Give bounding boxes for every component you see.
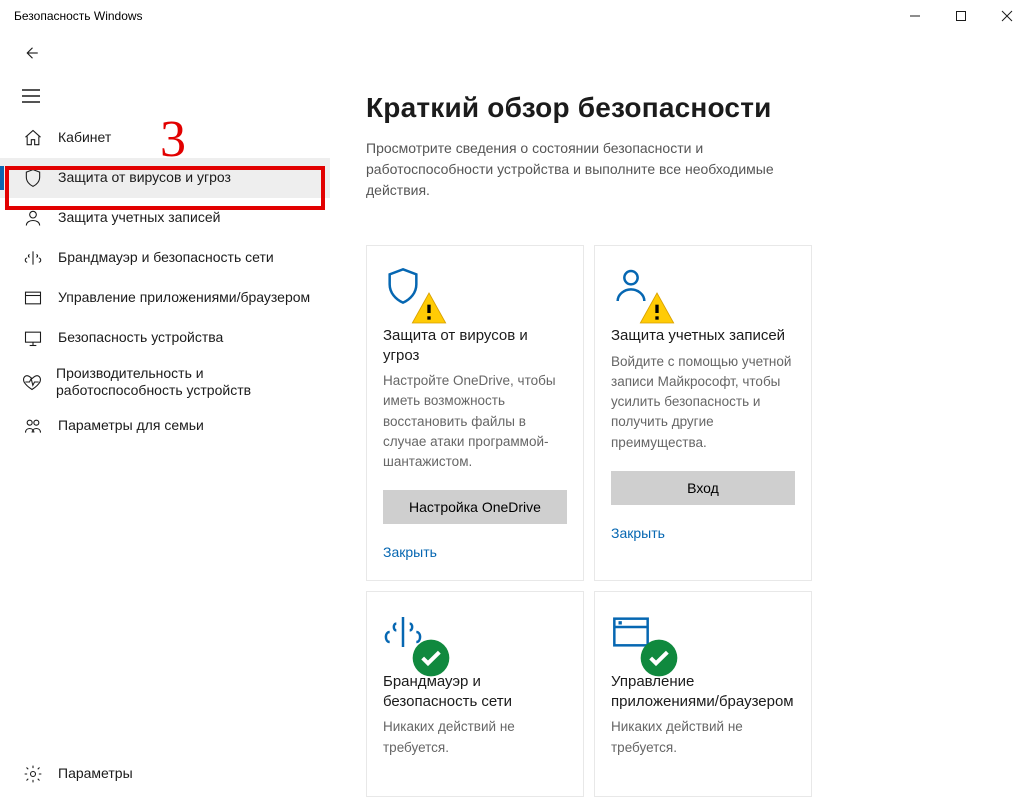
nav-label: Кабинет <box>58 129 111 147</box>
window-controls <box>892 0 1030 32</box>
account-icon <box>611 266 653 308</box>
card-desc: Войдите с помощью учетной записи Майкрос… <box>611 352 795 453</box>
card-action-button[interactable]: Настройка OneDrive <box>383 490 567 524</box>
cards-grid: Защита от вирусов и угроз Настройте OneD… <box>366 245 1006 797</box>
ok-badge-icon <box>411 638 431 658</box>
nav-label: Защита учетных записей <box>58 209 220 227</box>
ok-badge-icon <box>639 638 659 658</box>
minimize-button[interactable] <box>892 0 938 32</box>
warning-badge-icon <box>409 288 431 310</box>
account-icon <box>22 207 44 229</box>
appbrowser-icon <box>611 612 653 654</box>
nav-item-home[interactable]: Кабинет <box>0 118 330 158</box>
card-title: Защита от вирусов и угроз <box>383 326 567 365</box>
nav-label: Параметры для семьи <box>58 417 204 435</box>
nav-label: Производительность и работоспособность у… <box>56 365 330 400</box>
card-account-protection[interactable]: Защита учетных записей Войдите с помощью… <box>594 245 812 581</box>
card-dismiss-link[interactable]: Закрыть <box>611 525 795 541</box>
card-desc: Настройте OneDrive, чтобы иметь возможно… <box>383 371 567 472</box>
nav-label: Защита от вирусов и угроз <box>58 169 231 187</box>
nav-item-account-protection[interactable]: Защита учетных записей <box>0 198 330 238</box>
shield-icon <box>22 167 44 189</box>
nav-label: Безопасность устройства <box>58 329 223 347</box>
nav-item-virus-threat[interactable]: Защита от вирусов и угроз <box>0 158 330 198</box>
heart-health-icon <box>22 371 42 393</box>
titlebar: Безопасность Windows <box>0 0 1030 32</box>
maximize-button[interactable] <box>938 0 984 32</box>
appbrowser-icon <box>22 287 44 309</box>
nav-item-device-performance[interactable]: Производительность и работоспособность у… <box>0 358 330 406</box>
back-button[interactable] <box>0 32 330 74</box>
nav-list: Кабинет Защита от вирусов и угроз Защита… <box>0 118 330 446</box>
card-title: Защита учетных записей <box>611 326 795 346</box>
nav-item-family-options[interactable]: Параметры для семьи <box>0 406 330 446</box>
card-desc: Никаких действий не требуется. <box>611 717 795 758</box>
nav-label: Управление приложениями/браузером <box>58 289 310 307</box>
hamburger-button[interactable] <box>0 74 330 118</box>
device-security-icon <box>22 327 44 349</box>
page-heading: Краткий обзор безопасности <box>366 92 1006 124</box>
nav-label: Параметры <box>58 765 133 783</box>
sidebar: Кабинет Защита от вирусов и угроз Защита… <box>0 32 330 806</box>
card-action-button[interactable]: Вход <box>611 471 795 505</box>
card-virus-threat[interactable]: Защита от вирусов и угроз Настройте OneD… <box>366 245 584 581</box>
nav-item-settings[interactable]: Параметры <box>0 752 330 796</box>
firewall-icon <box>383 612 425 654</box>
card-desc: Никаких действий не требуется. <box>383 717 567 758</box>
close-button[interactable] <box>984 0 1030 32</box>
card-firewall[interactable]: Брандмауэр и безопасность сети Никаких д… <box>366 591 584 797</box>
family-icon <box>22 415 44 437</box>
card-dismiss-link[interactable]: Закрыть <box>383 544 567 560</box>
shield-icon <box>383 266 425 308</box>
nav-item-firewall[interactable]: Брандмауэр и безопасность сети <box>0 238 330 278</box>
nav-label: Брандмауэр и безопасность сети <box>58 249 274 267</box>
window-title: Безопасность Windows <box>14 9 143 23</box>
sidebar-bottom: Параметры <box>0 752 330 806</box>
warning-badge-icon <box>637 288 659 310</box>
gear-icon <box>22 763 44 785</box>
main-content: Краткий обзор безопасности Просмотрите с… <box>330 32 1030 806</box>
firewall-icon <box>22 247 44 269</box>
home-icon <box>22 127 44 149</box>
nav-item-app-browser[interactable]: Управление приложениями/браузером <box>0 278 330 318</box>
nav-item-device-security[interactable]: Безопасность устройства <box>0 318 330 358</box>
card-app-browser[interactable]: Управление приложениями/браузером Никаки… <box>594 591 812 797</box>
page-subtitle: Просмотрите сведения о состоянии безопас… <box>366 138 826 201</box>
